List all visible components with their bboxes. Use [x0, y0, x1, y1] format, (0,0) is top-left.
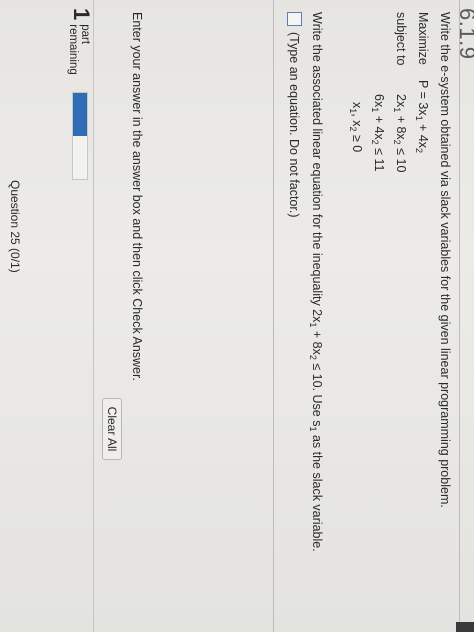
clear-all-button[interactable]: Clear All	[102, 398, 122, 460]
constraint-1: 2x1 + 8x2 ≤ 10	[392, 94, 408, 173]
screen: 6.1.9 Write the e-system obtained via sl…	[0, 0, 474, 632]
parts-remaining: 1 part remaining	[67, 8, 94, 75]
divider	[459, 0, 460, 632]
progress-bar-fill	[73, 93, 87, 136]
subject-to-label: subject to	[394, 12, 408, 66]
problem-prompt: Write the e-system obtained via slack va…	[438, 12, 452, 508]
constraint-2: 6x1 + 4x2 ≤ 11	[370, 94, 386, 172]
divider	[273, 0, 274, 632]
answer-row: (Type an equation. Do not factor.)	[287, 12, 302, 218]
screen-edge	[456, 622, 474, 632]
question-instruction: Write the associated linear equation for…	[308, 12, 324, 552]
objective-function: P = 3x1 + 4x2	[414, 80, 430, 154]
maximize-label: Maximize	[416, 12, 430, 65]
parts-remaining-label: part remaining	[67, 24, 91, 75]
section-heading: 6.1.9	[455, 8, 474, 60]
parts-remaining-count: 1	[69, 8, 94, 21]
answer-input[interactable]	[287, 12, 302, 26]
question-number: Question 25 (0/1)	[8, 180, 22, 273]
divider	[93, 0, 94, 632]
progress-bar	[72, 92, 88, 180]
answer-hint: (Type an equation. Do not factor.)	[287, 32, 302, 218]
enter-answer-message: Enter your answer in the answer box and …	[130, 12, 144, 381]
nonnegativity-constraint: x1, x2 ≥ 0	[348, 102, 364, 153]
